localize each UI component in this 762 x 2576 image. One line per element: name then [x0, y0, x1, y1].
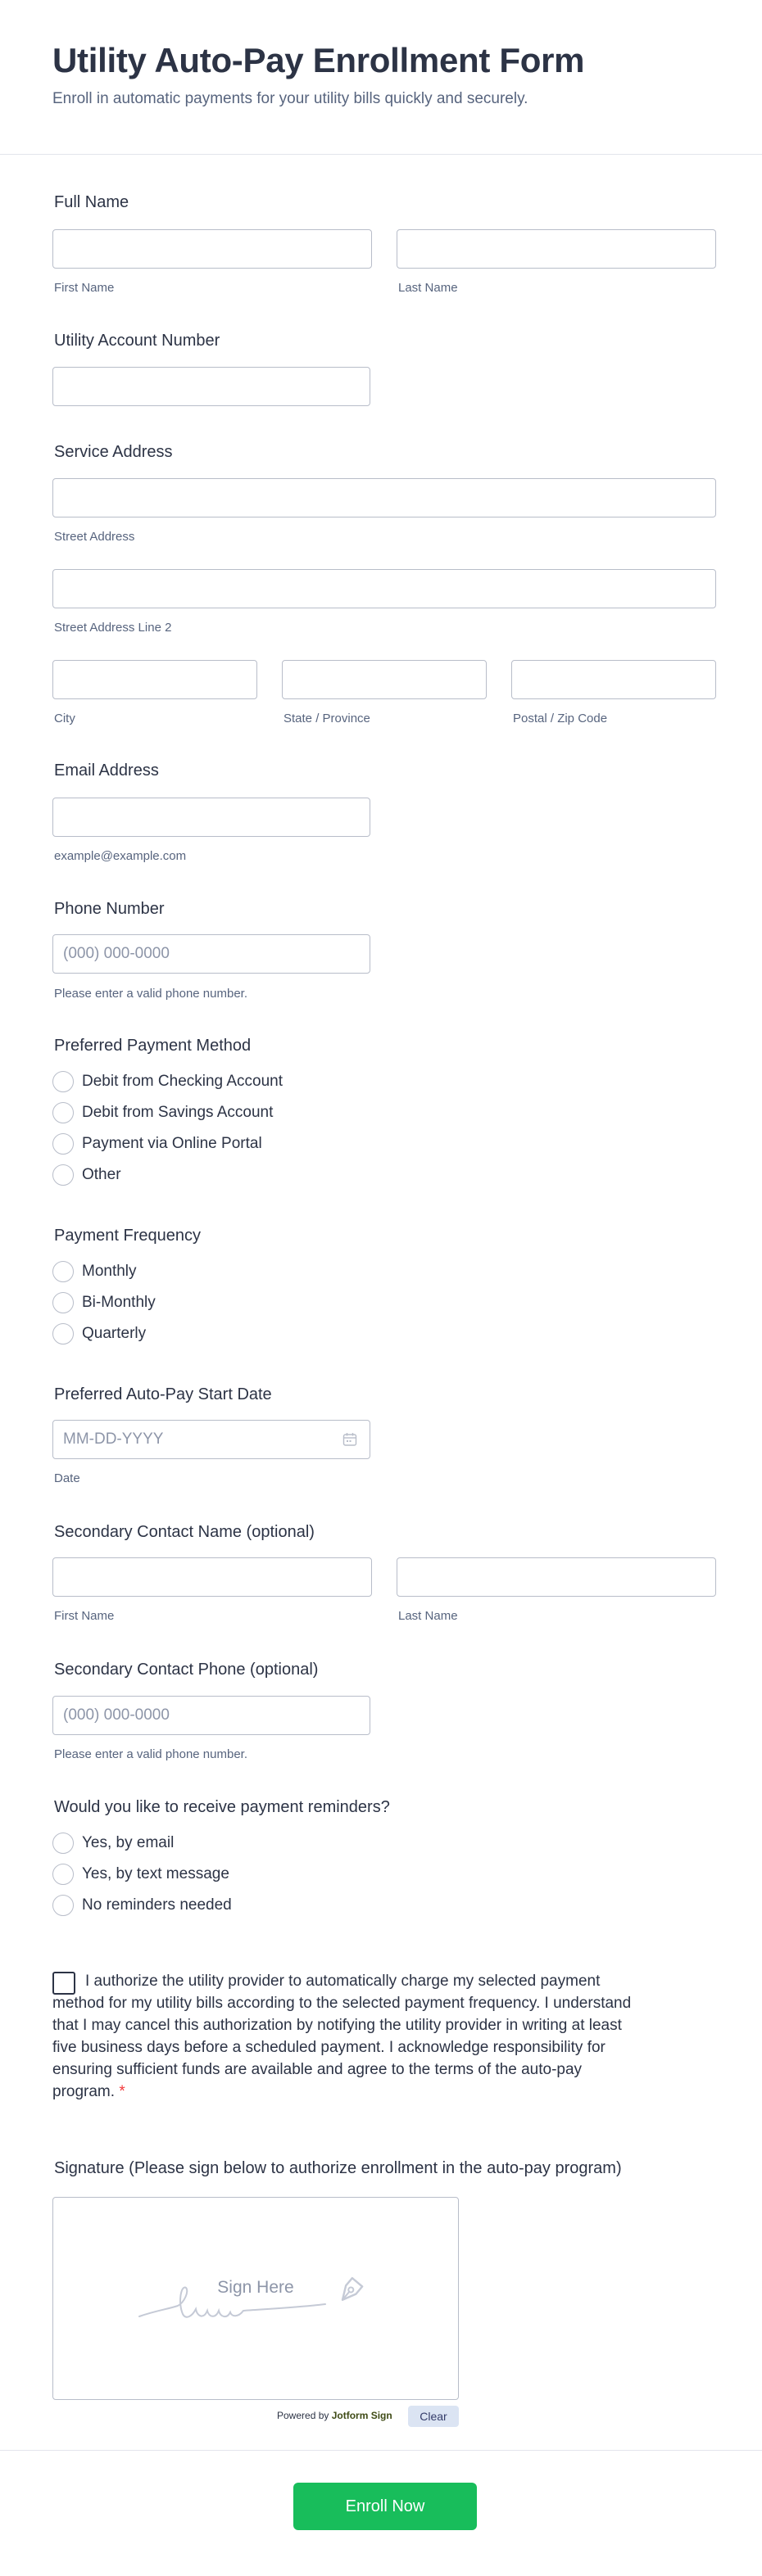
phone-sublabel: Please enter a valid phone number. [54, 987, 247, 1001]
secondary-name-label: Secondary Contact Name (optional) [54, 1523, 315, 1541]
start-date-input[interactable] [52, 1420, 370, 1459]
payment-method-option-other[interactable]: Other [52, 1164, 121, 1186]
zip-sublabel: Postal / Zip Code [513, 712, 608, 725]
reminders-label: Would you like to receive payment remind… [54, 1798, 390, 1816]
email-sublabel: example@example.com [54, 849, 187, 863]
radio-circle[interactable] [52, 1102, 74, 1123]
account-number-input[interactable] [52, 367, 370, 406]
frequency-option-quarterly[interactable]: Quarterly [52, 1322, 146, 1345]
email-input[interactable] [52, 798, 370, 837]
payment-method-label: Preferred Payment Method [54, 1037, 252, 1055]
secondary-last-name-sublabel: Last Name [398, 1609, 458, 1623]
state-input[interactable] [282, 660, 487, 699]
street-address-sublabel: Street Address [54, 530, 135, 544]
secondary-phone-label: Secondary Contact Phone (optional) [54, 1661, 319, 1679]
payment-method-option-savings[interactable]: Debit from Savings Account [52, 1101, 273, 1124]
frequency-option-monthly[interactable]: Monthly [52, 1260, 137, 1283]
secondary-last-name-input[interactable] [397, 1557, 716, 1597]
service-address-label: Service Address [54, 443, 173, 461]
account-number-label: Utility Account Number [54, 332, 220, 350]
secondary-first-name-sublabel: First Name [54, 1609, 115, 1623]
required-marker: * [119, 2083, 125, 2100]
secondary-first-name-input[interactable] [52, 1557, 372, 1597]
state-sublabel: State / Province [283, 712, 370, 725]
signature-pad[interactable]: Sign Here [52, 2197, 459, 2400]
email-label: Email Address [54, 762, 159, 780]
radio-circle[interactable] [52, 1864, 74, 1885]
radio-circle[interactable] [52, 1071, 74, 1092]
radio-circle[interactable] [52, 1164, 74, 1186]
radio-label: Debit from Checking Account [82, 1073, 283, 1090]
phone-input[interactable] [52, 934, 370, 974]
secondary-phone-input[interactable] [52, 1696, 370, 1735]
form-subtitle: Enroll in automatic payments for your ut… [52, 90, 528, 107]
radio-circle[interactable] [52, 1323, 74, 1344]
reminder-option-email[interactable]: Yes, by email [52, 1832, 174, 1855]
radio-label: Yes, by email [82, 1834, 175, 1851]
first-name-sublabel: First Name [54, 281, 115, 295]
signature-label: Signature (Please sign below to authoriz… [54, 2159, 622, 2177]
powered-by: Powered by Jotform Sign [277, 2410, 392, 2421]
form-header: Utility Auto-Pay Enrollment Form Enroll … [0, 0, 762, 155]
reminder-option-text[interactable]: Yes, by text message [52, 1863, 229, 1886]
calendar-icon[interactable] [342, 1432, 357, 1447]
payment-frequency-label: Payment Frequency [54, 1227, 201, 1245]
radio-label: Yes, by text message [82, 1865, 229, 1882]
clear-signature-button[interactable]: Clear [408, 2406, 459, 2427]
zip-input[interactable] [511, 660, 716, 699]
last-name-input[interactable] [397, 229, 716, 269]
street-address-input[interactable] [52, 478, 716, 517]
street-address-line2-input[interactable] [52, 569, 716, 608]
radio-label: Quarterly [82, 1325, 147, 1342]
powered-by-brand: Jotform Sign [331, 2410, 392, 2421]
secondary-phone-sublabel: Please enter a valid phone number. [54, 1747, 247, 1761]
radio-circle[interactable] [52, 1833, 74, 1854]
radio-label: Other [82, 1166, 121, 1183]
radio-label: Bi-Monthly [82, 1294, 156, 1311]
full-name-label: Full Name [54, 193, 129, 211]
payment-method-option-portal[interactable]: Payment via Online Portal [52, 1132, 262, 1155]
form-title: Utility Auto-Pay Enrollment Form [52, 41, 585, 79]
payment-method-option-checking[interactable]: Debit from Checking Account [52, 1070, 283, 1093]
footer-divider [0, 2450, 762, 2451]
radio-circle[interactable] [52, 1133, 74, 1155]
enroll-now-button[interactable]: Enroll Now [293, 2483, 477, 2530]
radio-circle[interactable] [52, 1261, 74, 1282]
last-name-sublabel: Last Name [398, 281, 458, 295]
radio-label: Payment via Online Portal [82, 1135, 262, 1152]
radio-label: Monthly [82, 1263, 137, 1280]
frequency-option-bimonthly[interactable]: Bi-Monthly [52, 1291, 156, 1314]
start-date-sublabel: Date [54, 1471, 80, 1485]
reminder-option-none[interactable]: No reminders needed [52, 1894, 232, 1917]
powered-by-prefix: Powered by [277, 2410, 329, 2421]
phone-label: Phone Number [54, 900, 165, 918]
radio-circle[interactable] [52, 1292, 74, 1313]
city-input[interactable] [52, 660, 257, 699]
start-date-label: Preferred Auto-Pay Start Date [54, 1385, 272, 1403]
radio-label: No reminders needed [82, 1896, 232, 1914]
radio-circle[interactable] [52, 1895, 74, 1916]
pen-nib-icon [341, 2276, 364, 2301]
street-address-line2-sublabel: Street Address Line 2 [54, 621, 172, 635]
radio-label: Debit from Savings Account [82, 1104, 274, 1121]
consent-text: I authorize the utility provider to auto… [52, 1970, 642, 2103]
first-name-input[interactable] [52, 229, 372, 269]
consent-text-body: I authorize the utility provider to auto… [52, 1973, 632, 2100]
city-sublabel: City [54, 712, 75, 725]
